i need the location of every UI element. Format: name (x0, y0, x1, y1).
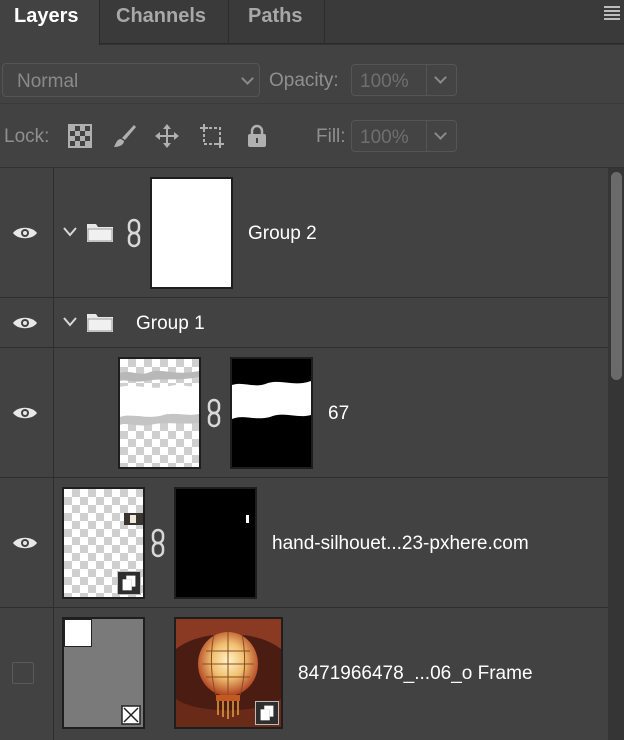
layer-mask-thumbnail[interactable] (174, 487, 257, 599)
link-chain-icon[interactable] (124, 218, 144, 248)
lock-image-pixels-brush-icon[interactable] (110, 122, 138, 150)
opacity-dropdown-button[interactable] (427, 64, 457, 96)
chevron-down-icon (241, 72, 254, 85)
frame-thumbnail[interactable] (62, 617, 145, 729)
tab-separator (324, 0, 325, 44)
mask-detail (246, 515, 249, 523)
layer-name[interactable]: Group 1 (136, 313, 205, 335)
link-chain-icon[interactable] (148, 528, 168, 558)
eye-icon[interactable] (12, 315, 38, 331)
folder-icon (87, 314, 113, 332)
folder-icon (87, 224, 113, 242)
opacity-input[interactable]: 100% (351, 64, 427, 96)
panel-menu-icon[interactable] (604, 6, 620, 22)
tab-layers[interactable]: Layers (0, 0, 100, 45)
group-mask-thumbnail[interactable] (150, 177, 233, 289)
layer-row-group-2[interactable]: Group 2 (0, 168, 608, 298)
chevron-down-icon (434, 127, 447, 140)
visibility-toggle-off[interactable] (12, 662, 34, 684)
mask-shape-image (232, 381, 311, 419)
lock-transparent-pixels-icon[interactable] (66, 122, 94, 150)
layer-name[interactable]: Group 2 (248, 223, 317, 245)
tab-paths[interactable]: Paths (234, 0, 324, 44)
fill-dropdown-button[interactable] (427, 120, 457, 152)
tab-separator (228, 0, 229, 44)
layer-thumbnail[interactable] (118, 357, 201, 469)
fill-input[interactable]: 100% (351, 120, 427, 152)
opacity-label: Opacity: (269, 70, 339, 91)
torn-paper-image (120, 370, 199, 426)
lock-artboard-icon[interactable] (198, 122, 226, 150)
frame-badge-icon (121, 705, 141, 725)
fill-label: Fill: (316, 126, 346, 147)
layer-name[interactable]: 67 (328, 403, 349, 425)
lock-position-move-icon[interactable] (153, 122, 181, 150)
layer-mask-thumbnail[interactable] (230, 357, 313, 469)
layer-row-group-1[interactable]: Group 1 (0, 298, 608, 348)
frame-content-thumbnail[interactable] (174, 617, 283, 729)
layer-row-67[interactable]: 67 (0, 348, 608, 478)
layers-list: Group 2 Group 1 67 hand-silhouet...23-px… (0, 168, 608, 740)
visibility-column (0, 478, 54, 607)
lock-all-padlock-icon[interactable] (243, 122, 271, 150)
frame-white-swatch (64, 619, 92, 647)
smart-object-badge-icon (255, 701, 279, 725)
layer-row-frame[interactable]: 8471966478_...06_o Frame (0, 608, 608, 740)
lock-label: Lock: (4, 126, 50, 147)
visibility-column (0, 168, 54, 297)
layers-scrollbar-thumb[interactable] (611, 172, 622, 380)
link-chain-icon[interactable] (204, 398, 224, 428)
eye-icon[interactable] (12, 535, 38, 551)
image-fragment (130, 515, 136, 523)
smart-object-thumbnail[interactable] (62, 487, 145, 599)
chevron-down-icon[interactable] (62, 226, 78, 238)
blend-mode-dropdown[interactable]: Normal (2, 63, 260, 97)
layer-options-bar: Normal Opacity: 100% Lock: Fill: 100% (0, 45, 624, 167)
panel-tab-bar: Layers Channels Paths (0, 0, 624, 45)
options-divider (0, 103, 624, 104)
layer-row-hand-silhouette[interactable]: hand-silhouet...23-pxhere.com (0, 478, 608, 608)
visibility-column (0, 348, 54, 477)
chevron-down-icon[interactable] (62, 316, 78, 328)
tab-channels[interactable]: Channels (102, 0, 228, 44)
smart-object-badge-icon (117, 571, 141, 595)
chevron-down-icon (434, 71, 447, 84)
opacity-value: 100% (360, 71, 409, 92)
blend-mode-value: Normal (17, 71, 79, 92)
visibility-column (0, 608, 54, 740)
visibility-column (0, 298, 54, 347)
eye-icon[interactable] (12, 225, 38, 241)
layer-name[interactable]: hand-silhouet...23-pxhere.com (272, 533, 529, 555)
layer-name[interactable]: 8471966478_...06_o Frame (298, 663, 533, 685)
fill-value: 100% (360, 127, 409, 148)
eye-icon[interactable] (12, 405, 38, 421)
